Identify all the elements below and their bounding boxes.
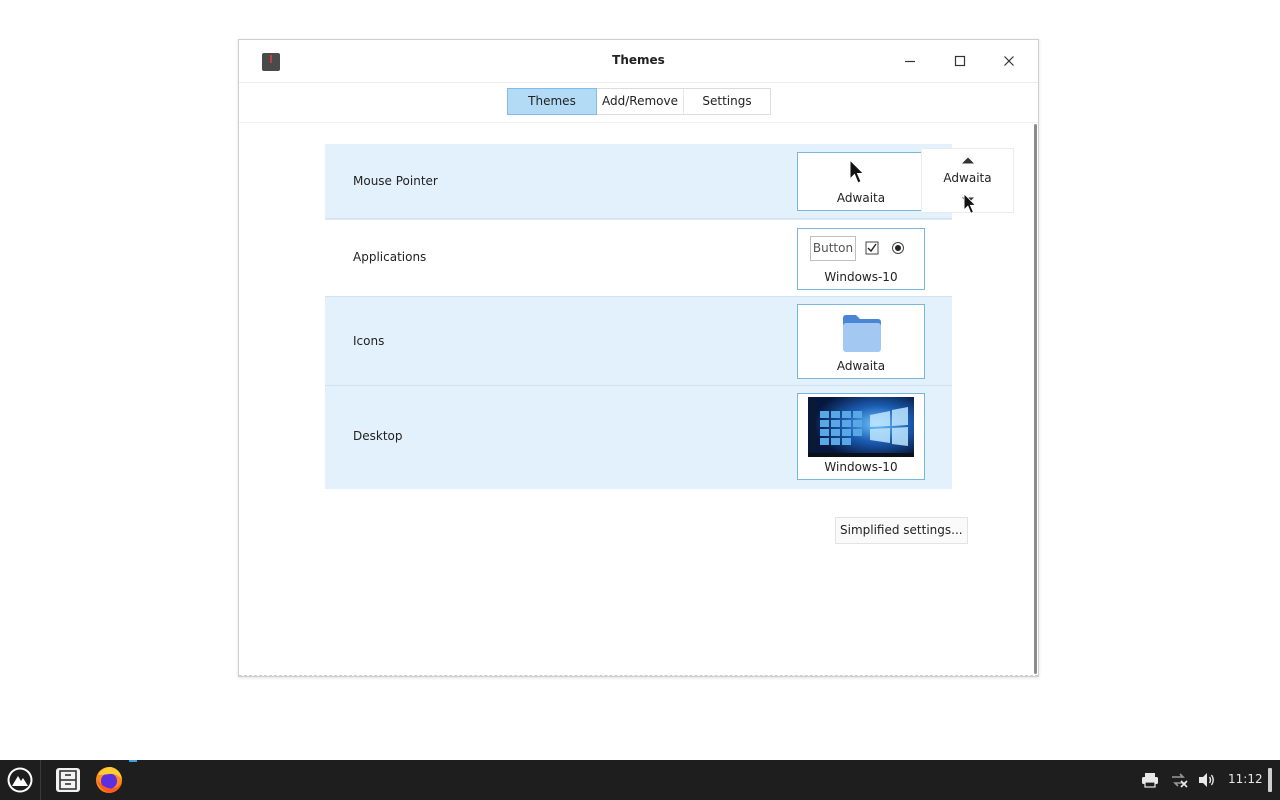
row-desktop[interactable]: Desktop Windows-10: [325, 386, 952, 489]
spin-up-button[interactable]: [922, 151, 1013, 169]
mouse-pointer-preview[interactable]: Adwaita: [797, 152, 925, 211]
clock[interactable]: 11:12: [1228, 772, 1263, 786]
row-label: Desktop: [353, 429, 403, 443]
start-menu-button[interactable]: [0, 760, 41, 800]
tab-bar: Themes Add/Remove Settings: [507, 88, 771, 115]
row-label: Icons: [353, 334, 385, 348]
show-desktop-button[interactable]: [1268, 768, 1272, 792]
network-tray-button[interactable]: [1168, 760, 1190, 800]
taskbar: 11:12: [0, 760, 1280, 800]
cursor-icon: [849, 159, 865, 184]
maximize-button[interactable]: [949, 50, 971, 72]
theme-name: Windows-10: [824, 270, 898, 284]
triangle-up-icon: [961, 157, 974, 163]
maximize-icon: [954, 55, 966, 67]
theme-name: Windows-10: [824, 460, 898, 474]
start-menu-icon: [7, 767, 33, 793]
minimize-icon: [905, 60, 915, 63]
scrollbar[interactable]: [1034, 124, 1037, 674]
row-label: Mouse Pointer: [353, 174, 438, 188]
row-icons[interactable]: Icons Adwaita: [325, 297, 952, 386]
titlebar: Themes: [239, 40, 1038, 83]
speaker-icon: [1199, 773, 1214, 787]
active-window-indicator: [129, 760, 137, 762]
tab-add-remove[interactable]: Add/Remove: [597, 89, 684, 114]
themes-window: Themes Themes Add/Remove Settings Mouse …: [238, 39, 1039, 677]
firefox-icon: [96, 767, 122, 793]
file-manager-button[interactable]: [51, 760, 85, 800]
printer-tray-button[interactable]: [1139, 760, 1161, 800]
row-label: Applications: [353, 250, 427, 264]
window-bottom-border: [239, 674, 1038, 676]
applications-preview[interactable]: Button Windows-10: [797, 228, 925, 290]
desktop-preview[interactable]: Windows-10: [797, 393, 925, 480]
desktop-thumbnail: [808, 397, 914, 457]
volume-tray-button[interactable]: [1196, 760, 1218, 800]
radio-icon: [892, 242, 904, 254]
checkbox-icon: [865, 241, 879, 255]
printer-icon: [1142, 773, 1158, 788]
row-applications[interactable]: Applications Button Windows-10: [325, 219, 952, 297]
network-disconnected-icon: [1172, 773, 1188, 788]
tab-settings[interactable]: Settings: [684, 89, 770, 114]
mouse-cursor: [963, 193, 977, 214]
file-cabinet-icon: [56, 768, 80, 792]
folder-icon: [843, 315, 881, 352]
firefox-button[interactable]: [90, 760, 128, 800]
close-icon: [1004, 56, 1014, 66]
close-button[interactable]: [998, 50, 1020, 72]
sample-button: Button: [810, 236, 856, 261]
spinner-value: Adwaita: [943, 171, 992, 185]
theme-name: Adwaita: [836, 191, 886, 205]
content-separator: [239, 122, 1038, 123]
icons-preview[interactable]: Adwaita: [797, 304, 925, 379]
theme-name: Adwaita: [836, 359, 886, 373]
minimize-button[interactable]: [899, 50, 921, 72]
row-mouse-pointer[interactable]: Mouse Pointer Adwaita: [325, 144, 952, 219]
tab-themes[interactable]: Themes: [507, 88, 597, 115]
simplified-settings-button[interactable]: Simplified settings...: [835, 517, 968, 544]
theme-spinner[interactable]: Adwaita: [921, 148, 1014, 214]
